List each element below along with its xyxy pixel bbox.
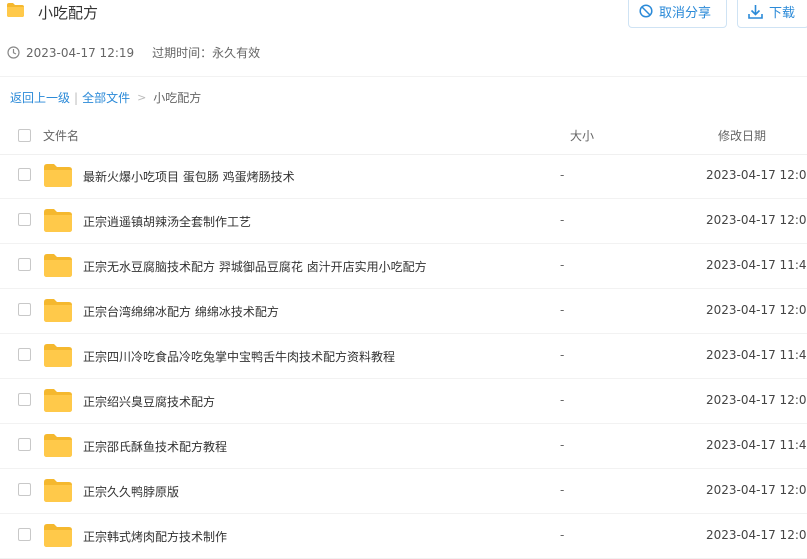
all-files-link[interactable]: 全部文件 <box>82 89 130 106</box>
table-header: 文件名 大小 修改日期 <box>0 118 807 155</box>
created-time: 2023-04-17 12:19 <box>26 45 135 60</box>
share-meta: 2023-04-17 12:19 过期时间：永久有效 <box>7 44 260 61</box>
modified-date: 2023-04-17 11:46 <box>706 438 807 452</box>
column-date[interactable]: 修改日期 <box>718 127 766 144</box>
file-name[interactable]: 正宗无水豆腐脑技术配方 羿城御品豆腐花 卤汁开店实用小吃配方 <box>83 258 427 275</box>
table-row[interactable]: 正宗绍兴臭豆腐技术配方 - 2023-04-17 12:06 <box>0 379 807 424</box>
file-size: - <box>560 213 565 227</box>
file-name[interactable]: 正宗四川冷吃食品冷吃兔掌中宝鸭舌牛肉技术配方资料教程 <box>83 348 395 365</box>
file-size: - <box>560 483 565 497</box>
download-label: 下载 <box>769 5 796 21</box>
table-row[interactable]: 最新火爆小吃项目 蛋包肠 鸡蛋烤肠技术 - 2023-04-17 12:06 <box>0 154 807 199</box>
row-checkbox[interactable] <box>18 168 31 181</box>
modified-date: 2023-04-17 11:46 <box>706 348 807 362</box>
row-checkbox[interactable] <box>18 213 31 226</box>
file-size: - <box>560 303 565 317</box>
cancel-share-label: 取消分享 <box>659 5 712 21</box>
file-name[interactable]: 正宗台湾绵绵冰配方 绵绵冰技术配方 <box>83 303 279 320</box>
file-size: - <box>560 258 565 272</box>
expiry-time: 过期时间：永久有效 <box>152 46 261 60</box>
table-row[interactable]: 正宗无水豆腐脑技术配方 羿城御品豆腐花 卤汁开店实用小吃配方 - 2023-04-1… <box>0 244 807 289</box>
file-size: - <box>560 528 565 542</box>
folder-icon <box>44 524 72 547</box>
row-checkbox[interactable] <box>18 393 31 406</box>
table-row[interactable]: 正宗四川冷吃食品冷吃兔掌中宝鸭舌牛肉技术配方资料教程 - 2023-04-17 11… <box>0 334 807 379</box>
folder-icon <box>44 479 72 502</box>
folder-icon <box>44 254 72 277</box>
select-all-checkbox[interactable] <box>18 129 31 142</box>
folder-icon <box>44 344 72 367</box>
row-checkbox[interactable] <box>18 483 31 496</box>
file-list: 最新火爆小吃项目 蛋包肠 鸡蛋烤肠技术 -2023-04-17 12:06 正宗逍遥… <box>0 154 807 559</box>
divider <box>0 76 807 77</box>
file-size: - <box>560 168 565 182</box>
header: 小吃配方 取消分享 下载 <box>0 0 807 30</box>
file-name[interactable]: 正宗逍遥镇胡辣汤全套制作工艺 <box>83 213 251 230</box>
row-checkbox[interactable] <box>18 258 31 271</box>
file-size: - <box>560 348 565 362</box>
modified-date: 2023-04-17 12:06 <box>706 303 807 317</box>
table-row[interactable]: 正宗台湾绵绵冰配方 绵绵冰技术配方 - 2023-04-17 12:06 <box>0 289 807 334</box>
file-size: - <box>560 438 565 452</box>
breadcrumb-current: 小吃配方 <box>153 91 202 105</box>
folder-icon <box>44 299 72 322</box>
folder-icon <box>44 434 72 457</box>
column-name[interactable]: 文件名 <box>43 127 79 144</box>
modified-date: 2023-04-17 12:06 <box>706 483 807 497</box>
folder-icon <box>44 164 72 187</box>
page-title: 小吃配方 <box>38 4 99 22</box>
file-name[interactable]: 正宗韩式烤肉配方技术制作 <box>83 528 227 545</box>
clock-icon <box>7 46 20 59</box>
row-checkbox[interactable] <box>18 528 31 541</box>
file-name[interactable]: 正宗邵氏酥鱼技术配方教程 <box>83 438 227 455</box>
folder-icon <box>44 209 72 232</box>
table-row[interactable]: 正宗韩式烤肉配方技术制作 - 2023-04-17 12:06 <box>0 514 807 559</box>
table-row[interactable]: 正宗久久鸭脖原版 - 2023-04-17 12:06 <box>0 469 807 514</box>
file-size: - <box>560 393 565 407</box>
breadcrumb-bar: | <box>74 90 79 105</box>
modified-date: 2023-04-17 11:46 <box>706 258 807 272</box>
download-button[interactable]: 下载 <box>737 0 807 28</box>
breadcrumb-separator: > <box>137 91 147 104</box>
breadcrumb: 返回上一级 | 全部文件 > 小吃配方 <box>10 89 201 106</box>
row-checkbox[interactable] <box>18 348 31 361</box>
cancel-share-button[interactable]: 取消分享 <box>628 0 727 28</box>
table-row[interactable]: 正宗逍遥镇胡辣汤全套制作工艺 - 2023-04-17 12:06 <box>0 199 807 244</box>
forbidden-icon <box>639 4 653 18</box>
row-checkbox[interactable] <box>18 303 31 316</box>
modified-date: 2023-04-17 12:06 <box>706 393 807 407</box>
modified-date: 2023-04-17 12:06 <box>706 528 807 542</box>
file-name[interactable]: 正宗久久鸭脖原版 <box>83 483 179 500</box>
table-row[interactable]: 正宗邵氏酥鱼技术配方教程 - 2023-04-17 11:46 <box>0 424 807 469</box>
folder-icon <box>7 3 24 17</box>
column-size[interactable]: 大小 <box>570 127 594 144</box>
back-link[interactable]: 返回上一级 <box>10 89 70 106</box>
download-icon <box>748 4 763 19</box>
modified-date: 2023-04-17 12:06 <box>706 213 807 227</box>
row-checkbox[interactable] <box>18 438 31 451</box>
file-name[interactable]: 正宗绍兴臭豆腐技术配方 <box>83 393 215 410</box>
modified-date: 2023-04-17 12:06 <box>706 168 807 182</box>
file-name[interactable]: 最新火爆小吃项目 蛋包肠 鸡蛋烤肠技术 <box>83 168 295 185</box>
folder-icon <box>44 389 72 412</box>
